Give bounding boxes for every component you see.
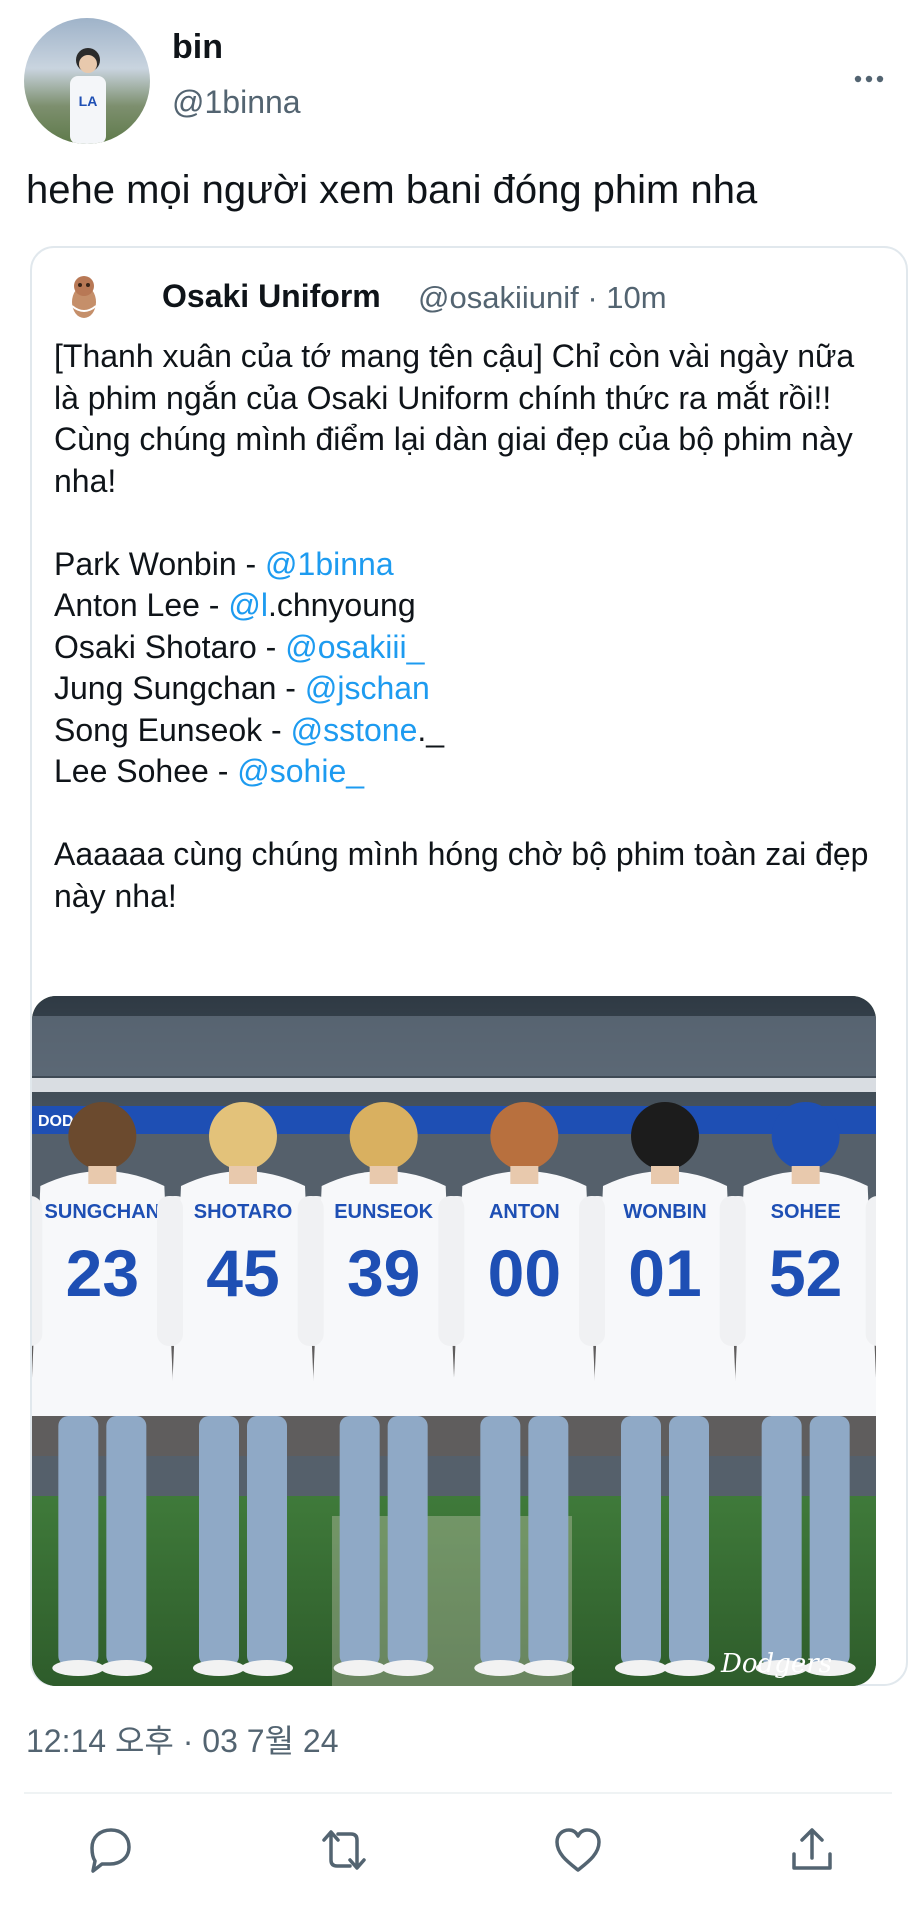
jersey-name: SHOTARO bbox=[194, 1201, 293, 1223]
tweet-text: hehe mọi người xem bani đóng phim nha bbox=[26, 168, 758, 212]
mention-link[interactable]: @l bbox=[228, 587, 268, 623]
quoted-handle-time: @osakiiunif · 10m bbox=[418, 280, 667, 315]
jersey-number: 23 bbox=[66, 1236, 139, 1310]
cast-line: Jung Sungchan - @jschan bbox=[54, 670, 430, 706]
jersey-name: SUNGCHAN bbox=[45, 1201, 161, 1223]
mention-link[interactable]: @1binna bbox=[265, 546, 394, 582]
jersey-number: 01 bbox=[628, 1236, 701, 1310]
quoted-tweet-body: [Thanh xuân của tớ mang tên cậu] Chỉ còn… bbox=[54, 336, 884, 917]
author-avatar[interactable]: LA bbox=[24, 18, 150, 144]
more-icon[interactable] bbox=[854, 54, 884, 93]
quoted-tweet[interactable]: Osaki Uniform @osakiiunif · 10m [Thanh x… bbox=[30, 246, 908, 1686]
jersey-number: 52 bbox=[769, 1236, 842, 1310]
cast-line: Song Eunseok - @sstone._ bbox=[54, 711, 445, 748]
divider bbox=[24, 1792, 892, 1794]
quoted-intro: [Thanh xuân của tớ mang tên cậu] Chỉ còn… bbox=[54, 338, 855, 499]
reply-icon[interactable] bbox=[80, 1820, 140, 1880]
cast-line: Lee Sohee - @sohie_ bbox=[54, 753, 365, 789]
svg-text:LA: LA bbox=[79, 93, 98, 109]
mention-link[interactable]: @sohie_ bbox=[237, 753, 364, 789]
jersey-name: ANTON bbox=[489, 1201, 560, 1223]
jersey-number: 45 bbox=[206, 1236, 279, 1310]
quoted-photo[interactable]: DOD S IUM SUNGCHAN23SHOTARO45EUNSEOK39AN… bbox=[32, 996, 876, 1686]
author-display-name[interactable]: bin bbox=[172, 28, 223, 67]
stadium-photo: DOD S IUM SUNGCHAN23SHOTARO45EUNSEOK39AN… bbox=[32, 996, 876, 1686]
jersey-name: EUNSEOK bbox=[334, 1201, 433, 1223]
action-bar bbox=[0, 1820, 916, 1900]
cast-line: Anton Lee - @l.chnyoung bbox=[54, 587, 416, 623]
tweet-timestamp[interactable]: 12:14 오후 · 03 7월 24 bbox=[26, 1716, 339, 1762]
quoted-tweet-header: Osaki Uniform @osakiiunif · 10m bbox=[62, 272, 882, 322]
mention-link[interactable]: @osakiii_ bbox=[285, 629, 424, 665]
mention-link[interactable]: @sstone bbox=[291, 712, 418, 748]
cast-line: Park Wonbin - @1binna bbox=[54, 545, 394, 582]
jersey-number: 39 bbox=[347, 1236, 420, 1310]
tweet-header: LA bin @1binna bbox=[24, 18, 892, 148]
heart-icon[interactable] bbox=[548, 1820, 608, 1880]
quoted-outro: Aaaaaa cùng chúng mình hóng chờ bộ phim … bbox=[54, 836, 869, 914]
cast-line: Osaki Shotaro - @osakiii_ bbox=[54, 628, 425, 665]
jersey-name: WONBIN bbox=[623, 1201, 706, 1223]
share-icon[interactable] bbox=[782, 1820, 842, 1880]
avatar-figure: LA bbox=[70, 48, 106, 144]
author-handle[interactable]: @1binna bbox=[172, 84, 301, 121]
dodgers-watermark: Dodgers bbox=[720, 1649, 832, 1679]
jersey-name: SOHEE bbox=[771, 1201, 841, 1223]
jersey-number: 00 bbox=[488, 1236, 561, 1310]
quoted-display-name[interactable]: Osaki Uniform bbox=[162, 278, 381, 315]
osaki-logo-icon bbox=[71, 276, 97, 318]
mention-link[interactable]: @jschan bbox=[305, 670, 430, 706]
retweet-icon[interactable] bbox=[314, 1820, 374, 1880]
